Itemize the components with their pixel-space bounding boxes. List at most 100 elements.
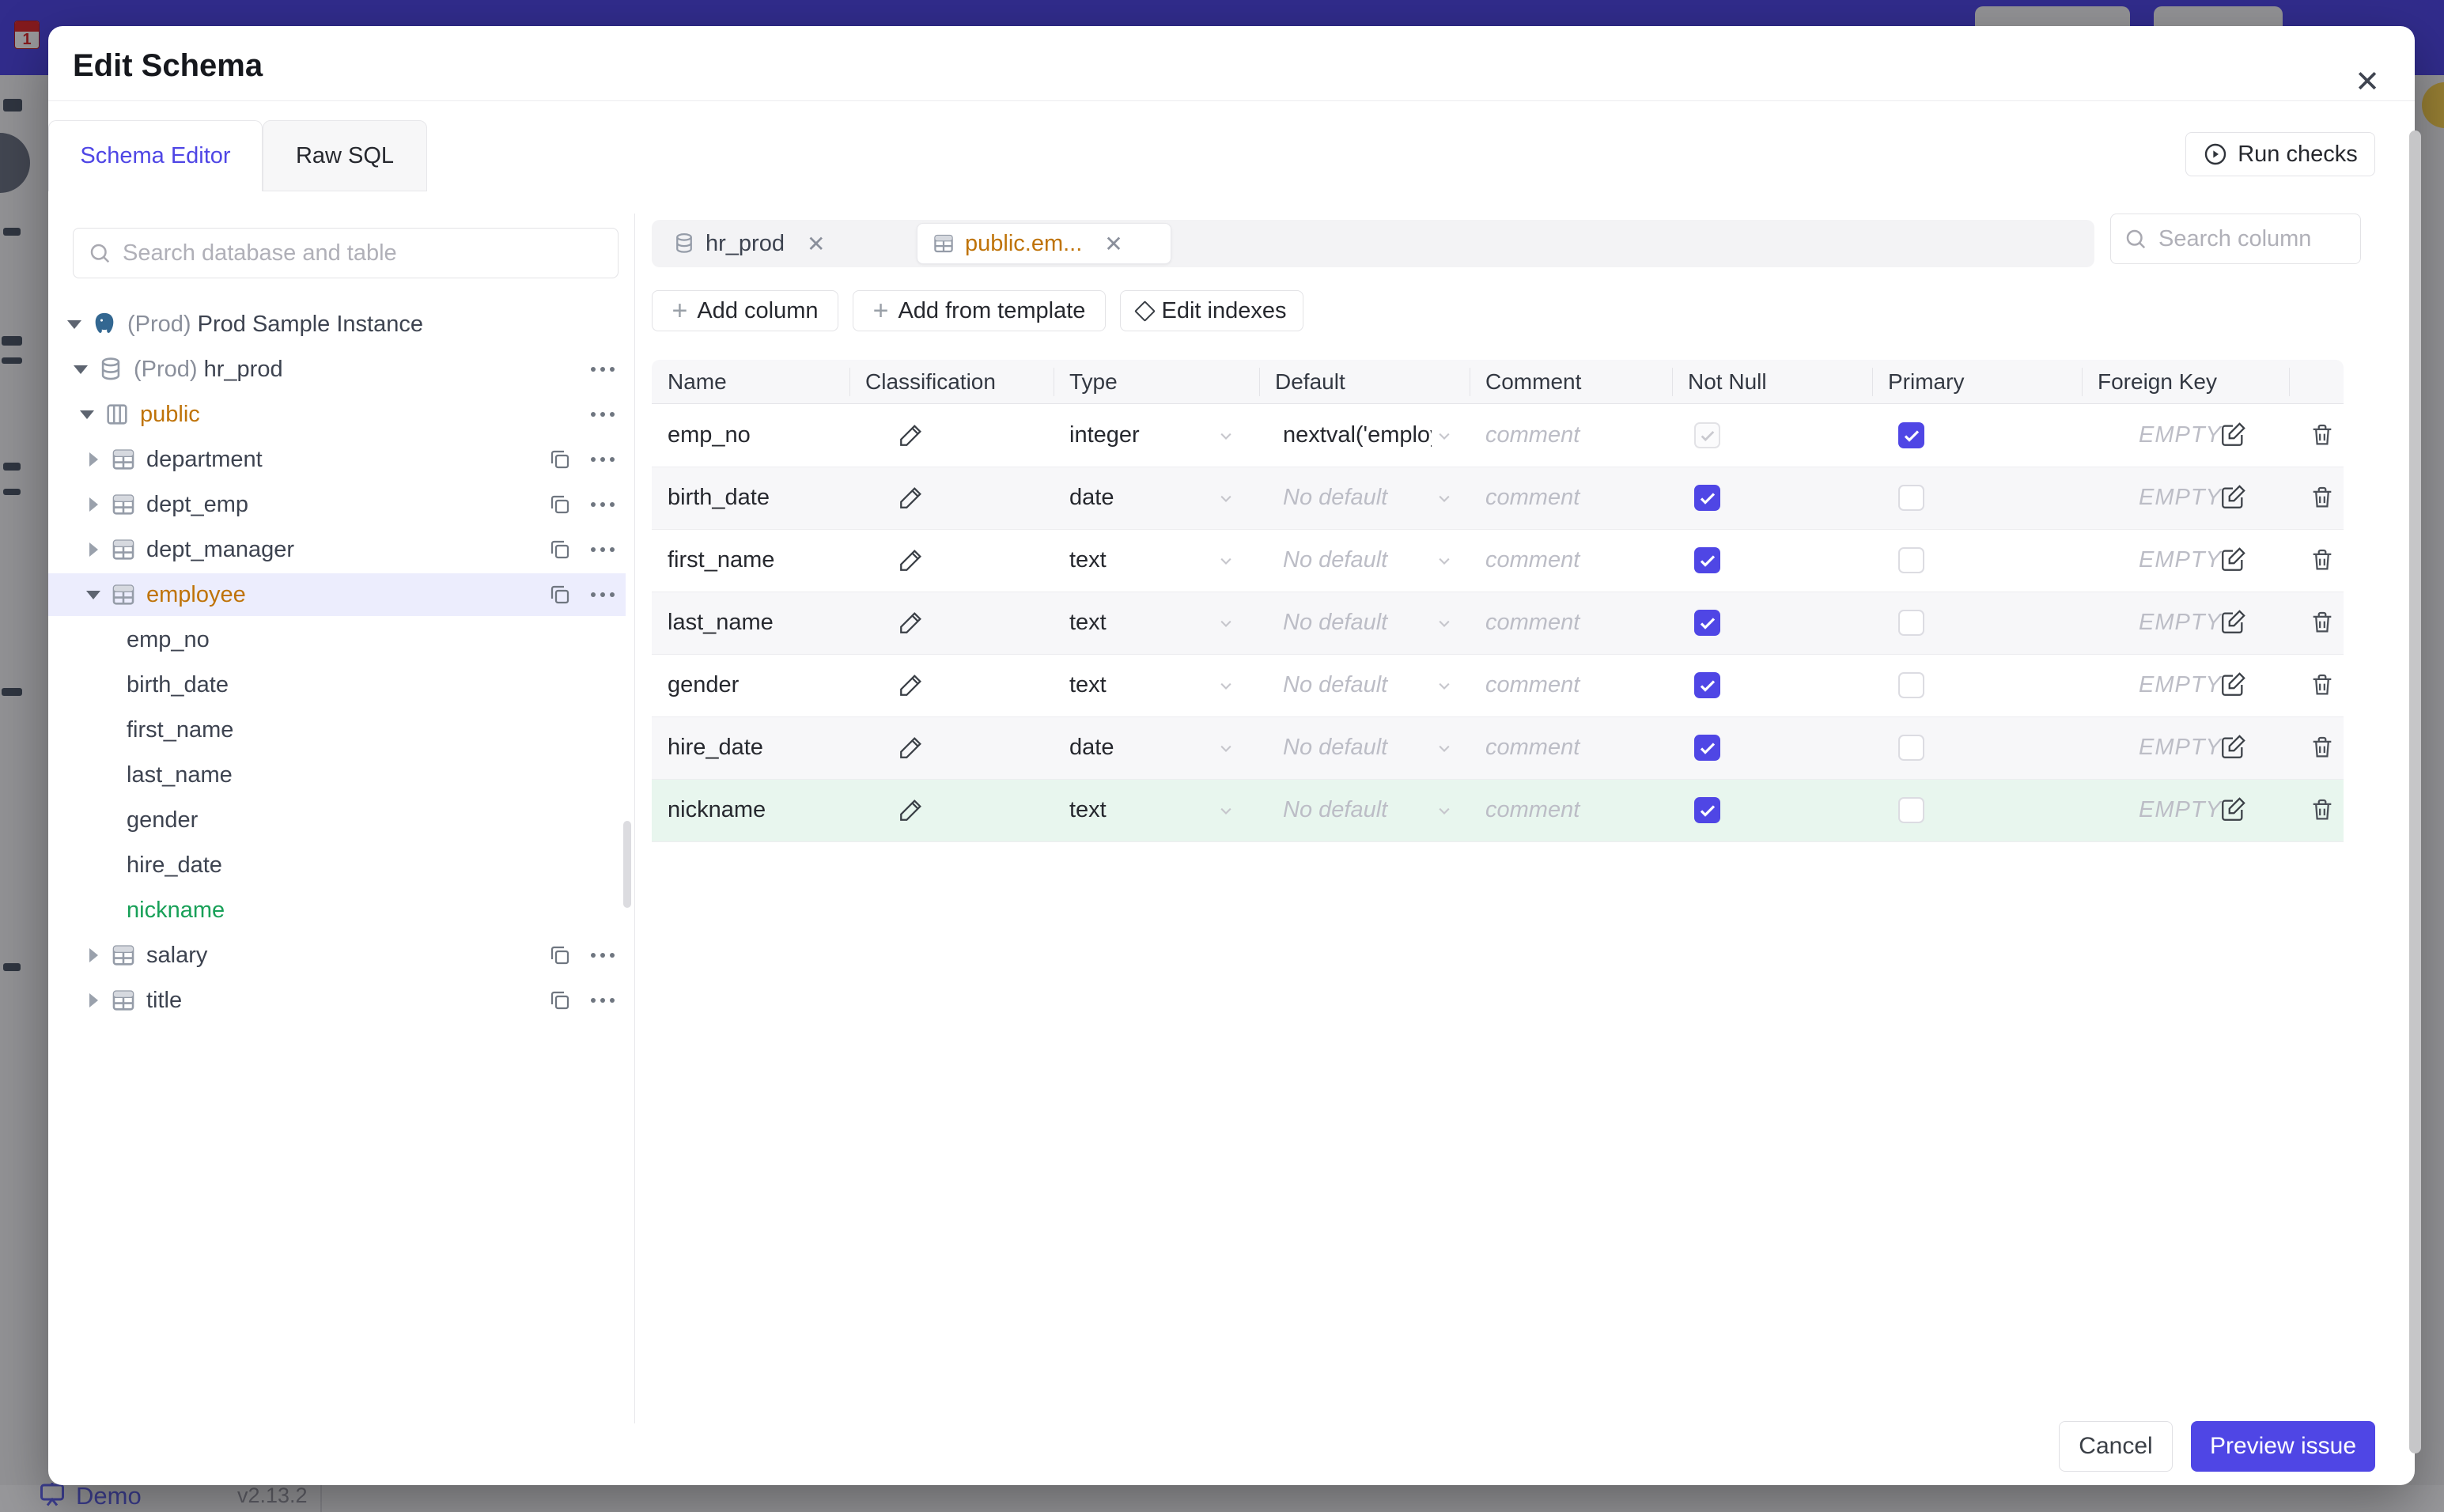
not-null-checkbox[interactable] bbox=[1694, 610, 1720, 636]
column-search[interactable] bbox=[2110, 214, 2361, 264]
copy-icon[interactable] bbox=[548, 493, 572, 516]
cell-default[interactable]: No default bbox=[1283, 592, 1432, 654]
add-column-button[interactable]: + Add column bbox=[652, 290, 838, 331]
caret-right-icon[interactable] bbox=[86, 452, 100, 467]
trash-icon[interactable] bbox=[2309, 609, 2336, 636]
copy-icon[interactable] bbox=[548, 583, 572, 607]
caret-down-icon[interactable] bbox=[80, 410, 94, 419]
more-actions-icon[interactable] bbox=[591, 412, 615, 417]
cell-name[interactable]: nickname bbox=[668, 779, 842, 841]
cell-comment[interactable]: comment bbox=[1485, 654, 1644, 716]
tab-schema-editor[interactable]: Schema Editor bbox=[48, 120, 263, 191]
caret-right-icon[interactable] bbox=[86, 948, 100, 962]
tree-item-table-salary[interactable]: salary bbox=[48, 934, 626, 977]
open-tab-hr-prod[interactable]: hr_prod ✕ bbox=[658, 223, 839, 264]
more-actions-icon[interactable] bbox=[591, 592, 615, 597]
cell-name[interactable]: birth_date bbox=[668, 467, 842, 529]
cell-comment[interactable]: comment bbox=[1485, 592, 1644, 654]
cell-comment[interactable]: comment bbox=[1485, 779, 1644, 841]
chevron-down-icon[interactable] bbox=[1433, 675, 1455, 697]
not-null-checkbox[interactable] bbox=[1694, 422, 1720, 448]
cell-default[interactable]: nextval('employ bbox=[1283, 404, 1432, 467]
not-null-checkbox[interactable] bbox=[1694, 672, 1720, 698]
cancel-button[interactable]: Cancel bbox=[2059, 1421, 2173, 1472]
cell-name[interactable]: last_name bbox=[668, 592, 842, 654]
caret-right-icon[interactable] bbox=[86, 542, 100, 557]
chevron-down-icon[interactable] bbox=[1433, 737, 1455, 759]
chevron-down-icon[interactable] bbox=[1215, 737, 1237, 759]
tree-item-schema-public[interactable]: public bbox=[48, 393, 626, 436]
chevron-down-icon[interactable] bbox=[1215, 799, 1237, 822]
tree-item-table-employee[interactable]: employee bbox=[48, 573, 626, 616]
cell-type[interactable]: text bbox=[1069, 529, 1212, 592]
trash-icon[interactable] bbox=[2309, 796, 2336, 823]
pencil-icon[interactable] bbox=[898, 546, 925, 573]
cell-name[interactable]: first_name bbox=[668, 529, 842, 592]
chevron-down-icon[interactable] bbox=[1215, 612, 1237, 634]
tree-item-column-nickname[interactable]: nickname bbox=[48, 889, 626, 932]
edit-foreign-key-icon[interactable] bbox=[2219, 546, 2246, 573]
more-actions-icon[interactable] bbox=[591, 457, 615, 462]
cell-type[interactable]: text bbox=[1069, 779, 1212, 841]
caret-down-icon[interactable] bbox=[86, 590, 100, 599]
sidebar-scrollbar[interactable] bbox=[623, 821, 631, 908]
cell-name[interactable]: emp_no bbox=[668, 404, 842, 467]
more-actions-icon[interactable] bbox=[591, 953, 615, 958]
primary-checkbox[interactable] bbox=[1898, 672, 1924, 698]
cell-comment[interactable]: comment bbox=[1485, 467, 1644, 529]
cell-type[interactable]: text bbox=[1069, 592, 1212, 654]
close-icon[interactable]: ✕ bbox=[2344, 58, 2391, 105]
chevron-down-icon[interactable] bbox=[1215, 675, 1237, 697]
open-tab-public-employee[interactable]: public.em... ✕ bbox=[917, 223, 1171, 264]
cell-name[interactable]: hire_date bbox=[668, 716, 842, 779]
database-search-input[interactable] bbox=[121, 239, 603, 267]
caret-right-icon[interactable] bbox=[86, 497, 100, 512]
pencil-icon[interactable] bbox=[898, 484, 925, 511]
pencil-icon[interactable] bbox=[898, 671, 925, 698]
chevron-down-icon[interactable] bbox=[1433, 799, 1455, 822]
tree-item-column-hire-date[interactable]: hire_date bbox=[48, 844, 626, 886]
add-from-template-button[interactable]: + Add from template bbox=[853, 290, 1106, 331]
not-null-checkbox[interactable] bbox=[1694, 797, 1720, 823]
close-tab-icon[interactable]: ✕ bbox=[1104, 231, 1122, 257]
pencil-icon[interactable] bbox=[898, 421, 925, 448]
tree-item-column-birth-date[interactable]: birth_date bbox=[48, 663, 626, 706]
pencil-icon[interactable] bbox=[898, 796, 925, 823]
chevron-down-icon[interactable] bbox=[1433, 612, 1455, 634]
edit-indexes-button[interactable]: Edit indexes bbox=[1120, 290, 1303, 331]
cell-default[interactable]: No default bbox=[1283, 779, 1432, 841]
edit-foreign-key-icon[interactable] bbox=[2219, 609, 2246, 636]
edit-foreign-key-icon[interactable] bbox=[2219, 671, 2246, 698]
tree-item-database-hr-prod[interactable]: (Prod) hr_prod bbox=[48, 348, 626, 391]
panel-divider[interactable] bbox=[634, 214, 635, 1423]
tree-item-table-dept-manager[interactable]: dept_manager bbox=[48, 528, 626, 571]
not-null-checkbox[interactable] bbox=[1694, 485, 1720, 511]
cell-type[interactable]: integer bbox=[1069, 404, 1212, 467]
edit-foreign-key-icon[interactable] bbox=[2219, 796, 2246, 823]
edit-foreign-key-icon[interactable] bbox=[2219, 421, 2246, 448]
tree-item-column-emp-no[interactable]: emp_no bbox=[48, 618, 626, 661]
cell-default[interactable]: No default bbox=[1283, 529, 1432, 592]
chevron-down-icon[interactable] bbox=[1433, 550, 1455, 572]
copy-icon[interactable] bbox=[548, 988, 572, 1012]
primary-checkbox[interactable] bbox=[1898, 485, 1924, 511]
cell-type[interactable]: date bbox=[1069, 467, 1212, 529]
cell-type[interactable]: date bbox=[1069, 716, 1212, 779]
primary-checkbox[interactable] bbox=[1898, 610, 1924, 636]
primary-checkbox[interactable] bbox=[1898, 547, 1924, 573]
cell-type[interactable]: text bbox=[1069, 654, 1212, 716]
edit-foreign-key-icon[interactable] bbox=[2219, 484, 2246, 511]
tree-item-column-first-name[interactable]: first_name bbox=[48, 709, 626, 751]
database-search[interactable] bbox=[73, 228, 619, 278]
primary-checkbox[interactable] bbox=[1898, 797, 1924, 823]
trash-icon[interactable] bbox=[2309, 734, 2336, 761]
tree-item-column-gender[interactable]: gender bbox=[48, 799, 626, 841]
not-null-checkbox[interactable] bbox=[1694, 735, 1720, 761]
preview-issue-button[interactable]: Preview issue bbox=[2191, 1421, 2375, 1472]
cell-default[interactable]: No default bbox=[1283, 654, 1432, 716]
more-actions-icon[interactable] bbox=[591, 367, 615, 372]
cell-comment[interactable]: comment bbox=[1485, 404, 1644, 467]
trash-icon[interactable] bbox=[2309, 546, 2336, 573]
cell-default[interactable]: No default bbox=[1283, 467, 1432, 529]
caret-down-icon[interactable] bbox=[67, 319, 81, 329]
